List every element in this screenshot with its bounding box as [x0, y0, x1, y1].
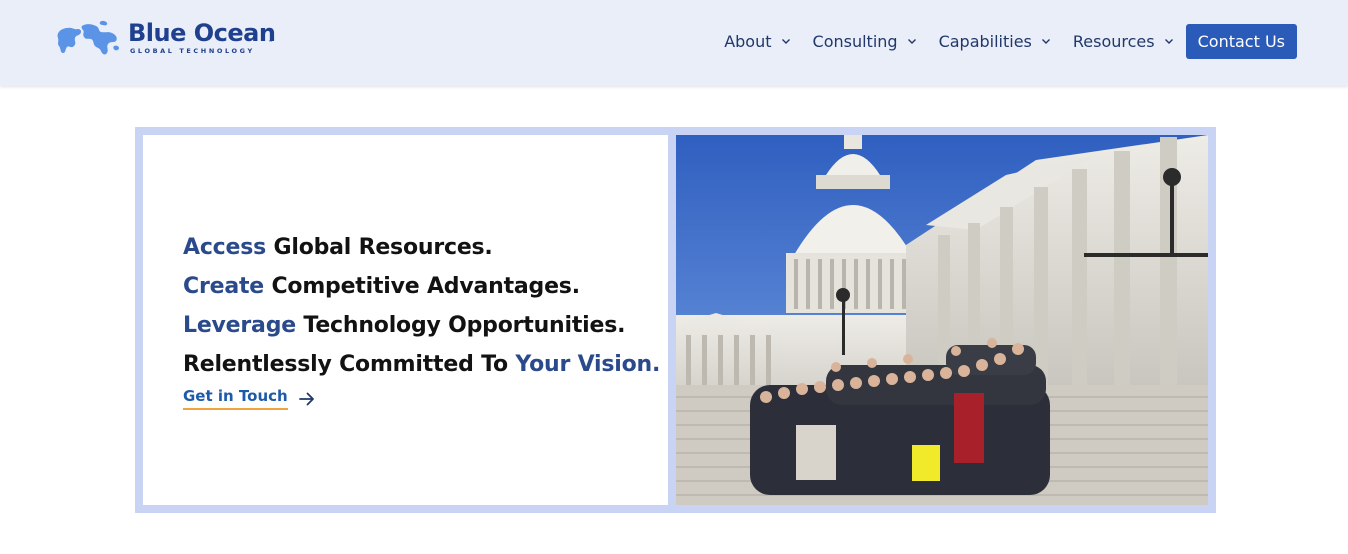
- arrow-right-icon: [298, 392, 314, 405]
- contact-us-button[interactable]: Contact Us: [1185, 23, 1297, 59]
- hero-accent-word: Create: [183, 274, 264, 299]
- hero-accent-word: Leverage: [183, 313, 296, 338]
- hero-line-text: Relentlessly Committed To: [183, 352, 516, 377]
- nav-item-capabilities[interactable]: Capabilities: [939, 32, 1051, 51]
- hero-line-leverage: Leverage Technology Opportunities.: [183, 306, 660, 345]
- nav-item-label: Capabilities: [938, 31, 1032, 51]
- hero-image: [676, 135, 1208, 505]
- hero-section: Access Global Resources. Create Competit…: [135, 127, 1216, 513]
- hero-line-vision: Relentlessly Committed To Your Vision.: [183, 345, 660, 384]
- hero-line-text: Technology Opportunities.: [295, 313, 626, 338]
- hero-text-panel: Access Global Resources. Create Competit…: [143, 135, 668, 505]
- hero-accent-word: Access: [183, 235, 267, 260]
- hero-line-text: Global Resources.: [266, 235, 493, 260]
- main-nav: About Consulting Capabilities Resources …: [724, 23, 1297, 59]
- nav-item-about[interactable]: About: [724, 32, 790, 51]
- nav-item-consulting[interactable]: Consulting: [813, 32, 917, 51]
- chevron-down-icon: [1164, 39, 1173, 44]
- nav-item-label: Consulting: [812, 31, 898, 51]
- hero-line-access: Access Global Resources.: [183, 228, 660, 267]
- chevron-down-icon: [1041, 39, 1050, 44]
- get-in-touch-label: Get in Touch: [183, 387, 288, 410]
- brand-tagline: GLOBAL TECHNOLOGY: [130, 47, 255, 55]
- globe-icon: [57, 20, 119, 55]
- brand-logo[interactable]: Blue Ocean GLOBAL TECHNOLOGY ™: [52, 18, 282, 62]
- get-in-touch-link[interactable]: Get in Touch: [183, 387, 316, 410]
- nav-item-label: About: [724, 31, 772, 51]
- hero-line-text: Competitive Advantages.: [264, 274, 580, 299]
- brand-name: Blue Ocean: [128, 19, 276, 47]
- hero-accent-word: Your Vision.: [515, 352, 661, 377]
- nav-item-resources[interactable]: Resources: [1073, 32, 1174, 51]
- capitol-group-photo: [676, 135, 1208, 505]
- hero-headline: Access Global Resources. Create Competit…: [183, 228, 660, 384]
- trademark-mark: ™: [268, 40, 273, 46]
- chevron-down-icon: [907, 39, 916, 44]
- site-header: Blue Ocean GLOBAL TECHNOLOGY ™ About Con…: [0, 0, 1348, 86]
- hero-line-create: Create Competitive Advantages.: [183, 267, 660, 306]
- nav-item-label: Resources: [1072, 31, 1155, 51]
- chevron-down-icon: [781, 39, 790, 44]
